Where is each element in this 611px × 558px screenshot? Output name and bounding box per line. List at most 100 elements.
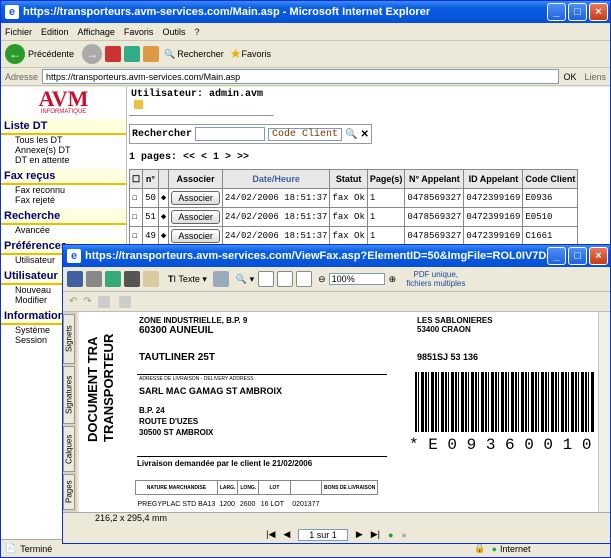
zoom-icon[interactable]: 🔍 ▾: [236, 274, 254, 285]
table-row[interactable]: ☐ 49 ◆ Associer 24/02/2006 18:51:37 fax Ok 1 04…: [128, 226, 579, 246]
menu-fichier[interactable]: Fichier: [5, 27, 32, 37]
zoom-out-icon[interactable]: ⊖: [318, 274, 326, 285]
menu-help[interactable]: ?: [194, 27, 199, 37]
save-icon[interactable]: [67, 271, 83, 287]
tab-calques[interactable]: Calques: [63, 426, 75, 472]
row-checkbox[interactable]: ☐: [128, 207, 144, 227]
home-icon[interactable]: [143, 46, 160, 62]
column-header[interactable]: Date/Heure: [221, 169, 331, 189]
sidebar-item[interactable]: Tous les DT: [1, 135, 126, 145]
links-label[interactable]: Liens: [584, 72, 606, 82]
pdf-multi-button[interactable]: PDF unique, fichiers multiples: [406, 270, 465, 288]
stop-icon[interactable]: [105, 46, 122, 62]
first-page-icon[interactable]: |◀: [266, 529, 275, 540]
prev-page-icon[interactable]: ◀: [283, 529, 290, 540]
page-indicator[interactable]: 1 sur 1: [298, 528, 348, 541]
pdf-vscroll[interactable]: [598, 312, 610, 512]
menu-affichage[interactable]: Affichage: [78, 27, 115, 37]
redo-icon[interactable]: ↷: [83, 296, 91, 307]
email-icon[interactable]: [105, 271, 121, 287]
column-header[interactable]: n°: [142, 169, 159, 189]
search-input[interactable]: [195, 127, 266, 141]
pagination[interactable]: 1 pages: << < 1 > >>: [129, 152, 610, 163]
sidebar-section-title[interactable]: Fax reçus: [1, 169, 126, 185]
tab-signets[interactable]: Signets: [63, 314, 75, 364]
forward-view-icon[interactable]: ●: [401, 530, 406, 540]
rotate-icon[interactable]: [97, 295, 110, 308]
ie-titlebar[interactable]: e https://transporteurs.avm-services.com…: [1, 1, 610, 23]
search-label[interactable]: Rechercher: [177, 49, 224, 59]
column-header[interactable]: ID Appelant: [463, 169, 524, 189]
text-select-tool[interactable]: TI Texte ▾: [168, 274, 207, 285]
clear-icon[interactable]: ✕: [360, 129, 368, 140]
address-bar: Adresse https://transporteurs.avm-servic…: [1, 68, 610, 86]
column-header[interactable]: Code Client: [522, 169, 579, 189]
table-row[interactable]: ☐ 50 ◆ Associer 24/02/2006 18:51:37 fax Ok 1 04…: [128, 188, 579, 208]
search-go-icon[interactable]: 🔍: [345, 129, 357, 140]
fit-page-icon[interactable]: [277, 271, 294, 287]
sidebar-item[interactable]: Fax reconnu: [1, 185, 126, 195]
zoom-in-icon[interactable]: ⊕: [389, 274, 397, 285]
undo-icon[interactable]: ↶: [69, 296, 77, 307]
back-icon[interactable]: ←: [5, 44, 25, 64]
hand-tool-icon[interactable]: [143, 271, 159, 287]
zone-label: Internet: [500, 543, 531, 554]
page-icon: 📄: [5, 543, 17, 553]
minimize-button[interactable]: _: [547, 247, 566, 265]
column-header[interactable]: [157, 169, 170, 189]
favorites-icon[interactable]: ★: [230, 46, 242, 62]
avm-logo: AVM INFORMATIQUE: [38, 86, 89, 116]
actual-size-icon[interactable]: [258, 271, 275, 287]
tab-signatures[interactable]: Signatures: [63, 366, 75, 424]
table-row[interactable]: ☐ 51 ◆ Associer 24/02/2006 18:51:37 fax Ok 1 04…: [128, 207, 579, 227]
associer-button[interactable]: Associer: [171, 210, 220, 224]
fit-width-icon[interactable]: [296, 271, 313, 287]
filter-select[interactable]: Code Client: [268, 127, 343, 141]
minimize-button[interactable]: _: [547, 3, 566, 21]
fax-table: ☐ n° Associer Date/Heure Statut Page(s) N° App…: [128, 169, 579, 246]
print-icon[interactable]: [86, 271, 102, 287]
menu-edition[interactable]: Edition: [41, 27, 69, 37]
next-page-icon[interactable]: ▶: [356, 529, 363, 540]
snapshot-icon[interactable]: [212, 271, 229, 287]
close-button[interactable]: ×: [589, 247, 608, 265]
forward-icon[interactable]: →: [82, 44, 103, 64]
menu-favoris[interactable]: Favoris: [124, 27, 154, 37]
favorites-label[interactable]: Favoris: [241, 49, 271, 59]
menu-outils[interactable]: Outils: [162, 27, 185, 37]
pdf-size-bar: 216,2 x 295,4 mm: [63, 512, 610, 524]
select-all-checkbox[interactable]: ☐: [128, 169, 144, 189]
binoculars-icon[interactable]: [124, 271, 140, 287]
go-button[interactable]: OK: [563, 72, 576, 82]
sidebar-item[interactable]: Avancée: [1, 225, 126, 235]
back-view-icon[interactable]: ●: [388, 530, 393, 540]
sidebar-item[interactable]: Fax rejeté: [1, 195, 126, 205]
pdf-nav-tabs: Signets Signatures Calques Pages: [63, 312, 77, 512]
sidebar-section-title[interactable]: Recherche: [1, 209, 126, 225]
rotate-icon-2[interactable]: [118, 295, 131, 308]
column-header[interactable]: Page(s): [366, 169, 406, 189]
fax-icon: ◆: [157, 188, 170, 208]
row-checkbox[interactable]: ☐: [128, 226, 144, 246]
tab-pages[interactable]: Pages: [63, 474, 75, 510]
last-page-icon[interactable]: ▶|: [371, 529, 380, 540]
close-button[interactable]: ×: [589, 3, 608, 21]
search-icon[interactable]: 🔍: [164, 49, 175, 60]
maximize-button[interactable]: □: [568, 3, 587, 21]
column-header[interactable]: Statut: [329, 169, 368, 189]
maximize-button[interactable]: □: [568, 247, 587, 265]
sidebar-item[interactable]: DT en attente: [1, 155, 126, 165]
refresh-icon[interactable]: [124, 46, 141, 62]
associer-button[interactable]: Associer: [171, 229, 220, 243]
address-input[interactable]: https://transporteurs.avm-services.com/M…: [42, 69, 560, 84]
sidebar-section-title[interactable]: Liste DT: [1, 119, 126, 135]
pdf-titlebar[interactable]: e https://transporteurs.avm-services.com…: [63, 245, 610, 267]
row-checkbox[interactable]: ☐: [128, 188, 144, 208]
ie-title: https://transporteurs.avm-services.com/M…: [23, 6, 431, 18]
sidebar-item[interactable]: Annexe(s) DT: [1, 145, 126, 155]
column-header[interactable]: Associer: [168, 169, 223, 189]
associer-button[interactable]: Associer: [171, 191, 220, 205]
back-label[interactable]: Précédente: [28, 49, 74, 59]
zoom-level[interactable]: 100%: [328, 273, 385, 285]
column-header[interactable]: N° Appelant: [404, 169, 465, 189]
